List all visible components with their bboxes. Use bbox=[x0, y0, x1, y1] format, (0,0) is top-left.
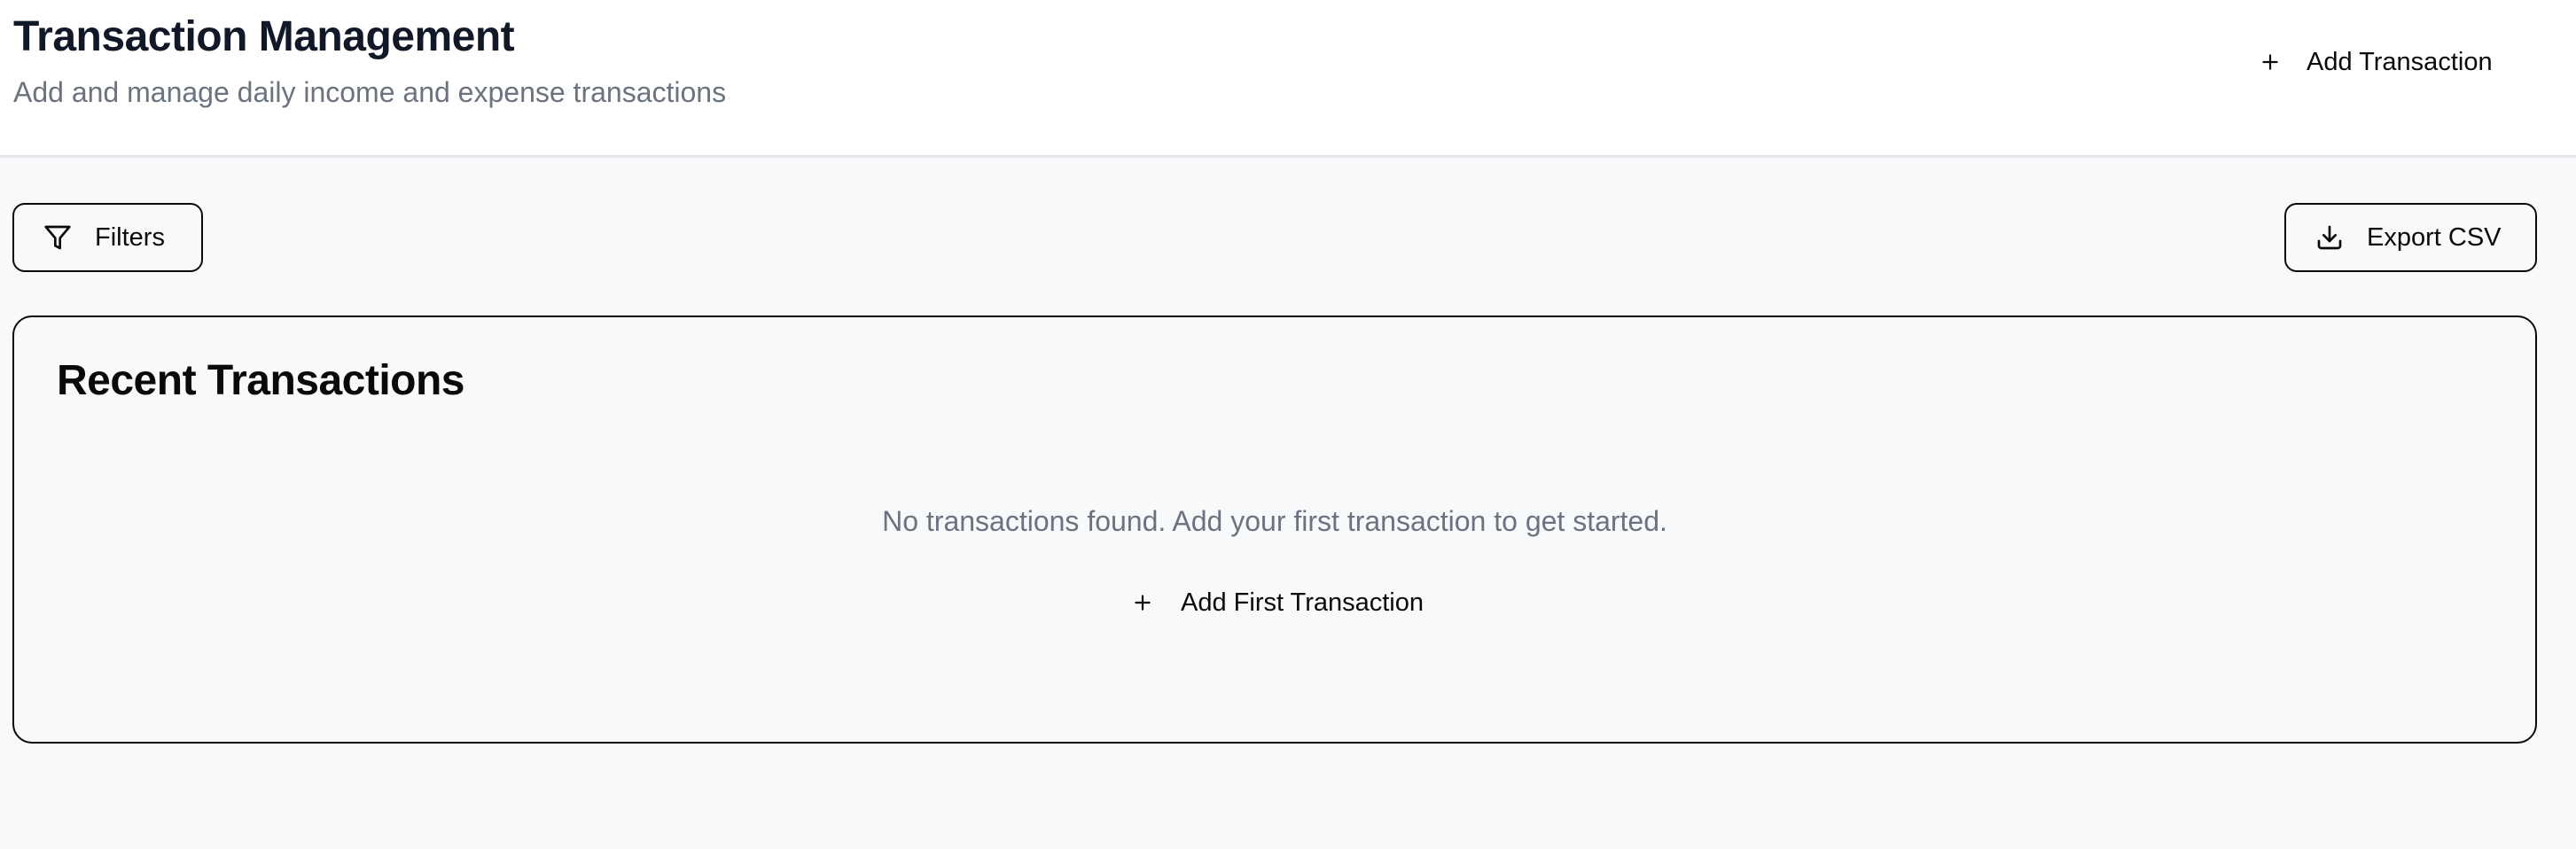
add-first-transaction-label: Add First Transaction bbox=[1181, 588, 1424, 617]
add-first-transaction-button[interactable]: Add First Transaction bbox=[1113, 574, 1450, 631]
card-title: Recent Transactions bbox=[57, 357, 465, 404]
download-icon bbox=[2315, 223, 2344, 252]
export-csv-button[interactable]: Export CSV bbox=[2284, 203, 2537, 272]
plus-icon bbox=[2259, 51, 2282, 74]
recent-transactions-card: Recent Transactions No transactions foun… bbox=[12, 315, 2537, 744]
add-transaction-label: Add Transaction bbox=[2307, 47, 2493, 76]
page-header: Transaction Management Add and manage da… bbox=[0, 0, 2576, 158]
filters-button[interactable]: Filters bbox=[12, 203, 203, 272]
empty-state-message: No transactions found. Add your first tr… bbox=[882, 505, 1667, 537]
filters-label: Filters bbox=[95, 222, 165, 252]
plus-icon bbox=[1131, 591, 1154, 614]
filter-icon bbox=[43, 223, 72, 252]
export-csv-label: Export CSV bbox=[2367, 222, 2502, 252]
page-subtitle: Add and manage daily income and expense … bbox=[13, 76, 727, 108]
page-title: Transaction Management bbox=[13, 13, 515, 60]
add-transaction-button[interactable]: Add Transaction bbox=[2243, 34, 2535, 90]
